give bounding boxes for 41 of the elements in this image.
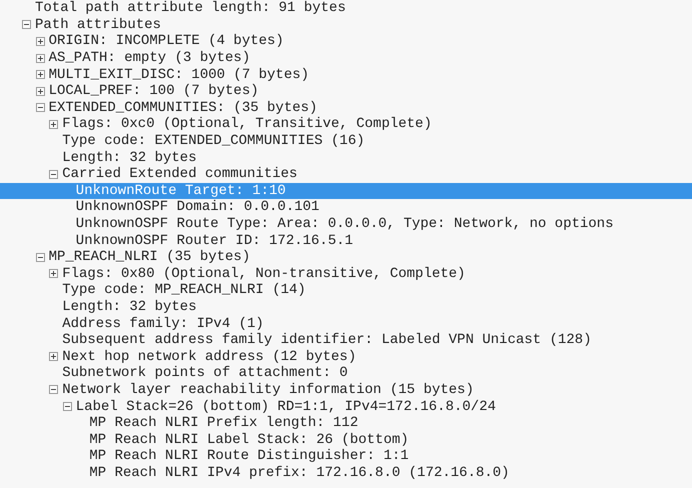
tree-item[interactable]: Subnetwork points of attachment: 0: [0, 365, 692, 382]
tree-item[interactable]: Length: 32 bytes: [0, 298, 692, 316]
plus-box-icon[interactable]: [49, 352, 58, 362]
tree-item[interactable]: MULTI_EXIT_DISC: 1000 (7 bytes): [0, 66, 692, 83]
tree-item[interactable]: MP Reach NLRI IPv4 prefix: 172.16.8.0 (172.16.8.0): [0, 464, 692, 482]
tree-item[interactable]: Flags: 0xc0 (Optional, Transitive, Complete): [0, 116, 692, 133]
tree-item[interactable]: Address family: IPv4 (1): [0, 315, 692, 332]
tree-item[interactable]: Type code: MP_REACH_NLRI (14): [0, 282, 692, 299]
tree-item[interactable]: Label Stack=26 (bottom) RD=1:1, IPv4=172.16.8.0/24: [0, 398, 692, 415]
tree-item[interactable]: MP Reach NLRI Route Distinguisher: 1:1: [0, 448, 692, 465]
tree-item[interactable]: Length: 32 bytes: [0, 149, 692, 166]
tree-item[interactable]: ORIGIN: INCOMPLETE (4 bytes): [0, 33, 692, 50]
tree-item[interactable]: LOCAL_PREF: 100 (7 bytes): [0, 82, 692, 100]
plus-box-icon[interactable]: [36, 54, 45, 63]
plus-box-icon[interactable]: [36, 86, 45, 96]
plus-box-icon[interactable]: [49, 120, 58, 129]
tree-item[interactable]: UnknownOSPF Router ID: 172.16.5.1: [0, 232, 692, 249]
plus-box-icon[interactable]: [49, 269, 58, 278]
tree-item[interactable]: Path attributes: [0, 16, 692, 34]
tree-item[interactable]: AS_PATH: empty (3 bytes): [0, 50, 692, 66]
minus-box-icon[interactable]: [36, 252, 45, 262]
tree-item[interactable]: Carried Extended communities: [0, 166, 692, 183]
tree-item[interactable]: MP Reach NLRI Prefix length: 112: [0, 414, 692, 432]
tree-item[interactable]: EXTENDED_COMMUNITIES: (35 bytes): [0, 100, 692, 116]
tree-item[interactable]: Network layer reachability information (15 bytes): [0, 382, 692, 398]
tree-item[interactable]: Flags: 0x80 (Optional, Non-transitive, Complete): [0, 266, 692, 282]
minus-box-icon[interactable]: [49, 385, 58, 394]
minus-box-icon[interactable]: [22, 20, 31, 30]
tree-item[interactable]: Subsequent address family identifier: Labeled VPN Unicast (128): [0, 332, 692, 348]
tree-item[interactable]: MP Reach NLRI Label Stack: 26 (bottom): [0, 431, 692, 448]
tree-item[interactable]: Type code: EXTENDED_COMMUNITIES (16): [0, 132, 692, 150]
plus-box-icon[interactable]: [36, 36, 45, 46]
tree-item[interactable]: UnknownOSPF Domain: 0.0.0.101: [0, 199, 692, 216]
tree-item[interactable]: Next hop network address (12 bytes): [0, 348, 692, 366]
minus-box-icon[interactable]: [49, 170, 58, 179]
plus-box-icon[interactable]: [36, 70, 45, 80]
tree-item[interactable]: UnknownOSPF Route Type: Area: 0.0.0.0, Type: Network, no options: [0, 216, 692, 232]
tree-item[interactable]: MP_REACH_NLRI (35 bytes): [0, 248, 692, 266]
minus-box-icon[interactable]: [36, 103, 45, 112]
tree-item[interactable]: Total path attribute length: 91 bytes: [0, 0, 692, 17]
minus-box-icon[interactable]: [62, 402, 72, 412]
